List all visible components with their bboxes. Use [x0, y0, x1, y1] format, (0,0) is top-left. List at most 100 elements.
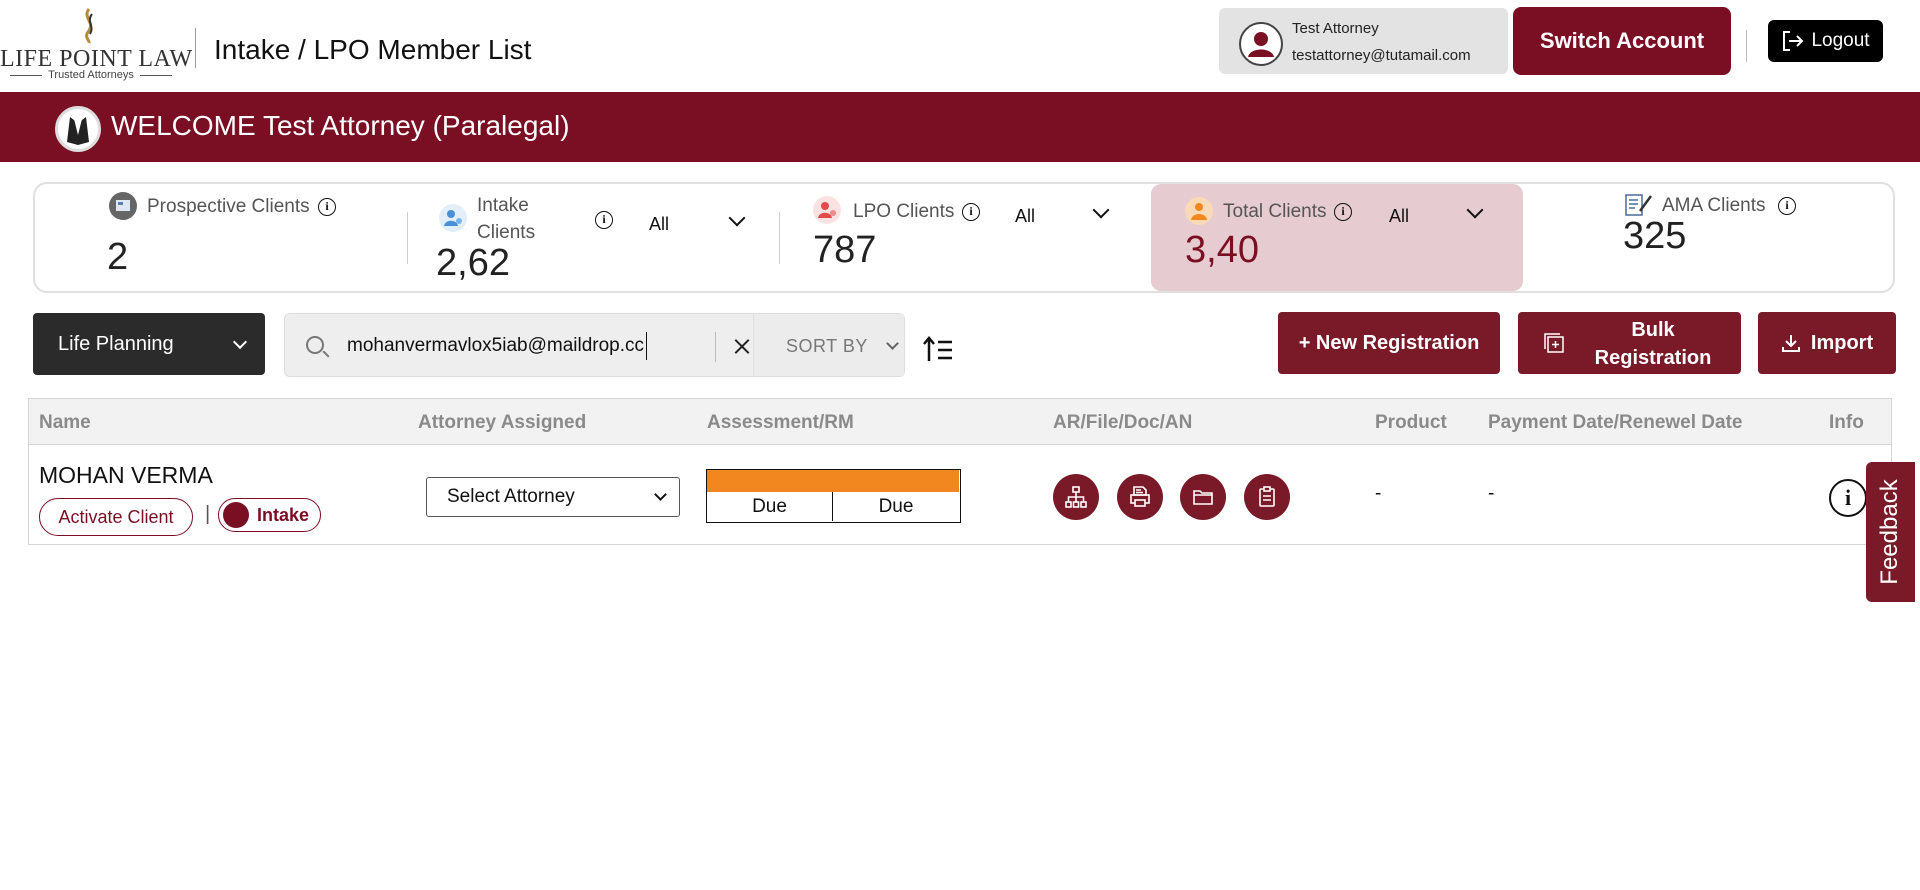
- stat-divider: [779, 212, 780, 264]
- column-header-assessment[interactable]: Assessment/RM: [707, 412, 854, 434]
- lpo-filter-select[interactable]: All: [1015, 206, 1035, 227]
- header-divider: [1746, 30, 1747, 62]
- user-name: Test Attorney: [1292, 20, 1379, 37]
- stat-intake-clients[interactable]: Intake Clients i All 2,62: [409, 184, 777, 291]
- stat-label: LPO Clients: [853, 201, 955, 222]
- product-value: -: [1375, 483, 1382, 504]
- folder-icon[interactable]: [1180, 474, 1226, 520]
- stat-label: Total Clients: [1223, 201, 1327, 222]
- stat-value: 2: [107, 236, 129, 278]
- total-filter-select[interactable]: All: [1389, 206, 1409, 227]
- feedback-label: Feedback: [1876, 479, 1903, 585]
- bulk-registration-label-line1: Bulk: [1631, 319, 1675, 341]
- column-header-documents[interactable]: AR/File/Doc/AN: [1053, 412, 1192, 434]
- bulk-registration-button[interactable]: Bulk Registration: [1518, 312, 1741, 374]
- logo-tagline: Trusted Attorneys: [0, 69, 182, 81]
- header-divider: [195, 28, 196, 68]
- download-icon: [1781, 335, 1800, 352]
- sort-order-icon[interactable]: [922, 333, 954, 365]
- bulk-add-icon: [1544, 333, 1564, 353]
- info-icon[interactable]: i: [1334, 203, 1352, 221]
- stat-value: 2,62: [436, 242, 510, 284]
- stat-divider: [407, 212, 408, 264]
- client-name[interactable]: MOHAN VERMA: [39, 462, 213, 489]
- assessment-status: Due: [707, 492, 833, 521]
- info-icon[interactable]: i: [1829, 479, 1867, 517]
- search-bar: SORT BY: [284, 313, 905, 377]
- clipboard-icon[interactable]: [1244, 474, 1290, 520]
- logout-label: Logout: [1811, 30, 1870, 51]
- member-table: Name Attorney Assigned Assessment/RM AR/…: [28, 398, 1892, 545]
- chevron-down-icon[interactable]: [1092, 201, 1110, 219]
- stat-lpo-clients[interactable]: LPO Clients i All 787: [781, 184, 1149, 291]
- flame-icon: [85, 8, 93, 44]
- chevron-down-icon: [886, 337, 899, 350]
- search-icon: [306, 336, 324, 354]
- plan-type-dropdown[interactable]: Life Planning: [33, 313, 265, 375]
- attorney-select[interactable]: Select Attorney: [426, 477, 680, 517]
- import-button[interactable]: Import: [1758, 312, 1896, 374]
- total-clients-icon: [1185, 197, 1213, 225]
- column-header-info[interactable]: Info: [1829, 412, 1864, 434]
- chevron-down-icon: [654, 488, 667, 501]
- chevron-down-icon[interactable]: [1466, 201, 1484, 219]
- org-chart-icon[interactable]: [1053, 474, 1099, 520]
- toggle-knob: [223, 502, 249, 528]
- chevron-down-icon: [232, 334, 248, 350]
- user-avatar-icon: [1239, 22, 1283, 66]
- import-label: Import: [1810, 331, 1874, 354]
- top-header: LIFE POINT LAW Trusted Attorneys Intake …: [0, 0, 1920, 92]
- logout-button[interactable]: Logout: [1768, 20, 1883, 62]
- row-separator: |: [205, 503, 211, 525]
- sort-by-dropdown[interactable]: SORT BY: [753, 314, 904, 376]
- info-icon[interactable]: i: [962, 203, 980, 221]
- welcome-text: WELCOME Test Attorney (Paralegal): [111, 110, 570, 141]
- switch-account-button[interactable]: Switch Account: [1513, 7, 1731, 75]
- plan-type-value: Life Planning: [58, 332, 174, 355]
- payment-date-value: -: [1488, 483, 1495, 504]
- stat-total-clients[interactable]: Total Clients i All 3,40: [1151, 184, 1523, 291]
- assessment-progress-bar: [707, 470, 959, 492]
- attorney-select-value: Select Attorney: [447, 486, 575, 507]
- clear-search-icon[interactable]: [732, 336, 752, 356]
- lpo-clients-icon: [813, 196, 841, 224]
- assessment-rm-status[interactable]: Due Due: [706, 469, 961, 523]
- intake-filter-select[interactable]: All: [649, 214, 669, 235]
- stat-label: Intake: [477, 195, 529, 216]
- logout-icon: [1783, 31, 1804, 51]
- stat-label: Clients: [477, 222, 536, 243]
- page-title: Intake / LPO Member List: [214, 34, 532, 65]
- intake-status-label: Intake: [257, 505, 310, 525]
- column-header-payment-date[interactable]: Payment Date/Renewel Date: [1488, 412, 1743, 434]
- column-header-attorney[interactable]: Attorney Assigned: [418, 412, 586, 434]
- info-icon[interactable]: i: [595, 211, 613, 229]
- attorney-gown-icon: [55, 106, 101, 152]
- user-profile-card[interactable]: Test Attorney testattorney@tutamail.com: [1219, 8, 1508, 74]
- activate-client-button[interactable]: Activate Client: [39, 498, 193, 536]
- bulk-registration-label-line2: Registration: [1594, 347, 1712, 369]
- stat-label: AMA Clients: [1662, 195, 1766, 216]
- search-input[interactable]: [347, 332, 647, 360]
- search-divider: [715, 332, 716, 362]
- chevron-down-icon[interactable]: [728, 209, 746, 227]
- stat-value: 3,40: [1185, 229, 1259, 271]
- intake-status-toggle[interactable]: Intake: [218, 498, 321, 532]
- new-registration-button[interactable]: + New Registration: [1278, 312, 1500, 374]
- table-header: Name Attorney Assigned Assessment/RM AR/…: [29, 399, 1891, 445]
- sort-by-label: SORT BY: [786, 336, 868, 356]
- feedback-tab[interactable]: Feedback: [1866, 462, 1915, 602]
- stat-prospective-clients[interactable]: Prospective Clients i 2: [35, 184, 405, 291]
- column-header-name[interactable]: Name: [39, 412, 91, 434]
- life-point-law-logo[interactable]: LIFE POINT LAW Trusted Attorneys: [0, 6, 192, 86]
- info-icon[interactable]: i: [1778, 197, 1796, 215]
- stat-value: 325: [1623, 215, 1687, 257]
- column-header-product[interactable]: Product: [1375, 412, 1447, 434]
- file-print-icon[interactable]: [1117, 474, 1163, 520]
- info-icon[interactable]: i: [318, 198, 336, 216]
- intake-clients-icon: [439, 204, 467, 232]
- stat-ama-clients[interactable]: AMA Clients i 325: [1615, 184, 1895, 291]
- stat-label: Prospective Clients: [147, 196, 310, 217]
- user-email: testattorney@tutamail.com: [1292, 47, 1471, 64]
- prospective-clients-icon: [109, 192, 137, 220]
- rm-status: Due: [878, 496, 914, 517]
